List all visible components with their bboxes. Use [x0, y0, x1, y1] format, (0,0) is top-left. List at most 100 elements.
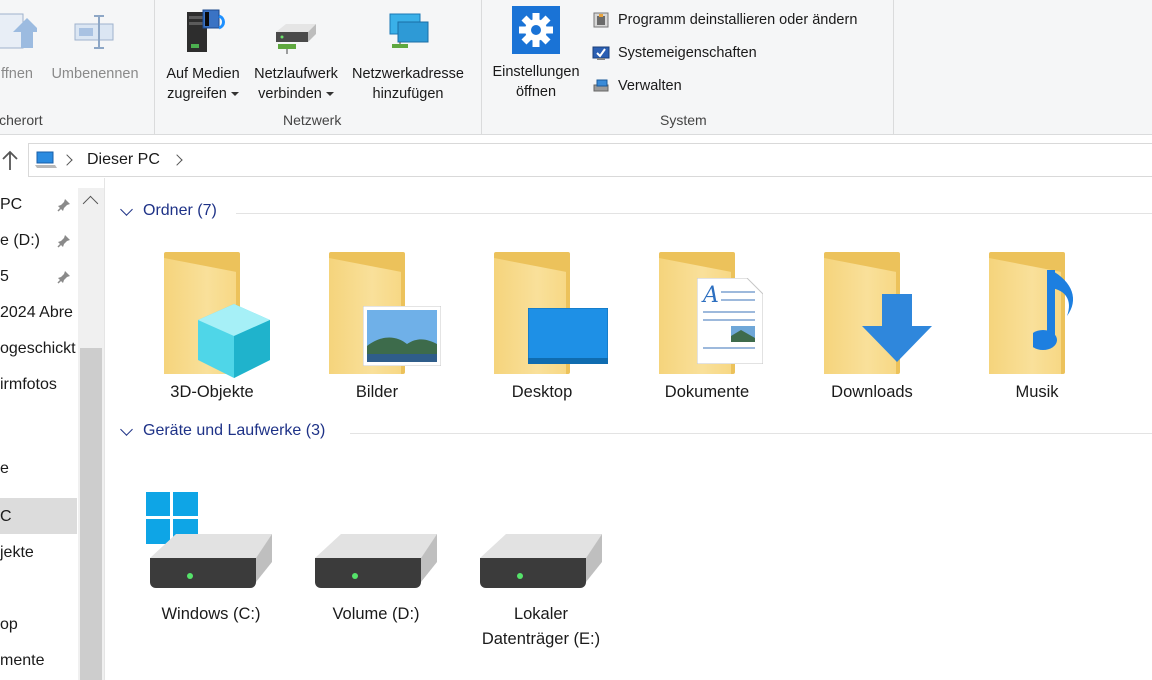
nav-item[interactable]: mente: [0, 648, 44, 674]
rename-icon: [69, 6, 121, 58]
folder-label: Musik: [1015, 383, 1059, 401]
hard-drive-icon: [466, 492, 616, 596]
folder-icon-downloads: [810, 252, 934, 374]
uninstall-label: Programm deinstallieren oder ändern: [618, 12, 858, 28]
breadcrumb-separator-icon: [61, 154, 73, 166]
hard-drive-icon: [136, 492, 286, 596]
media-label-line1: Auf Medien: [166, 66, 240, 82]
nav-item[interactable]: e (D:): [0, 228, 40, 254]
navigation-pane: PC e (D:) 5 2024 Abre ogeschickt irmfotos e Cje…: [0, 178, 105, 680]
add-location-label-line1: Netzwerkadresse: [351, 66, 464, 82]
group-label-system: System: [660, 112, 707, 128]
folder-icon-3d-objects: [150, 252, 274, 378]
media-access-button[interactable]: Auf Medien zugreifen: [161, 6, 245, 104]
nav-scroll-thumb[interactable]: [80, 348, 102, 680]
nav-item[interactable]: PC: [0, 192, 22, 218]
settings-label-line1: Einstellungen: [492, 64, 580, 80]
folder-tile-downloads[interactable]: Downloads: [810, 252, 934, 405]
nav-item-label: PC: [0, 196, 23, 213]
nav-item-label: mente: [0, 652, 45, 669]
folder-icon-desktop: [480, 252, 608, 374]
rename-label: Umbenennen: [51, 66, 139, 82]
nav-item[interactable]: 5: [0, 264, 9, 290]
drive-tile-1[interactable]: Volume (D:): [301, 492, 451, 627]
up-arrow-icon[interactable]: [0, 149, 20, 171]
drives-group-header[interactable]: Geräte und Laufwerke (3): [120, 422, 326, 440]
computer-icon: [35, 150, 57, 170]
system-properties-label: Systemeigenschaften: [618, 45, 757, 61]
nav-item[interactable]: e: [0, 456, 9, 482]
drive-label: Volume (D:): [332, 605, 420, 623]
drives-header-label: Geräte und Laufwerke (3): [143, 422, 326, 439]
map-drive-label-line2: verbinden: [258, 86, 334, 102]
ribbon-group-location: ffnen Umbenennen icherort: [0, 0, 155, 134]
nav-item-label: op: [0, 616, 18, 633]
breadcrumb-this-pc[interactable]: Dieser PC: [87, 151, 160, 169]
uninstall-icon: [592, 11, 610, 29]
folder-icon-pictures: [315, 252, 441, 374]
map-drive-label-line1: Netzlaufwerk: [254, 66, 338, 82]
drive-label: Lokaler Datenträger (E:): [481, 605, 601, 648]
nav-item[interactable]: jekte: [0, 540, 34, 566]
collapse-chevron-icon: [120, 422, 133, 436]
folder-tile-music[interactable]: Musik: [975, 252, 1099, 405]
pin-icon[interactable]: [57, 234, 71, 248]
drive-label: Windows (C:): [161, 605, 261, 623]
scroll-up-icon[interactable]: [82, 195, 99, 212]
breadcrumb-chevron-icon[interactable]: [171, 154, 183, 166]
ribbon: ffnen Umbenennen icherort Auf Medien zug…: [0, 0, 1152, 135]
folder-tile-3d-objects[interactable]: 3D-Objekte: [150, 252, 274, 405]
folder-tile-documents[interactable]: A Dokumente: [645, 252, 769, 405]
add-network-location-button[interactable]: Netzwerkadresse hinzufügen: [347, 6, 469, 104]
rename-button[interactable]: Umbenennen: [46, 6, 144, 84]
gear-icon: [512, 6, 560, 54]
media-server-icon: [177, 6, 229, 58]
folders-divider: [236, 213, 1152, 214]
collapse-chevron-icon: [120, 202, 133, 216]
nav-item-label: ogeschickt: [0, 340, 76, 357]
manage-label: Verwalten: [618, 78, 682, 94]
nav-item[interactable]: 2024 Abre: [0, 300, 73, 326]
folders-group-header[interactable]: Ordner (7): [120, 202, 217, 220]
ribbon-group-network: Auf Medien zugreifen Netzlaufwerk verbin…: [155, 0, 482, 134]
open-icon: [0, 6, 41, 58]
group-label-location: icherort: [0, 112, 43, 128]
system-properties-button[interactable]: Systemeigenschaften: [592, 42, 757, 64]
nav-item[interactable]: op: [0, 612, 18, 638]
open-button[interactable]: ffnen: [0, 6, 41, 84]
folder-label: Bilder: [355, 383, 399, 401]
hard-drive-icon: [301, 492, 451, 596]
group-label-network: Netzwerk: [283, 112, 342, 128]
folder-tile-desktop[interactable]: Desktop: [480, 252, 608, 405]
pin-icon[interactable]: [57, 198, 71, 212]
address-bar-row: Dieser PC: [0, 143, 1152, 177]
drives-divider: [350, 433, 1152, 434]
drive-tile-2[interactable]: Lokaler Datenträger (E:): [466, 492, 616, 652]
nav-item[interactable]: C: [0, 504, 12, 530]
media-label-line2: zugreifen: [167, 86, 239, 102]
system-properties-icon: [592, 44, 610, 62]
network-drive-icon: [270, 6, 322, 58]
pin-icon[interactable]: [57, 270, 71, 284]
nav-item[interactable]: irmfotos: [0, 372, 57, 398]
manage-icon: [592, 77, 610, 95]
nav-item-label: C: [0, 508, 12, 525]
settings-label-line2: öffnen: [515, 84, 557, 100]
manage-button[interactable]: Verwalten: [592, 75, 682, 97]
nav-item-label: jekte: [0, 544, 34, 561]
folder-icon-music: [975, 252, 1099, 374]
address-bar[interactable]: Dieser PC: [28, 143, 1152, 177]
folder-label: Dokumente: [664, 383, 750, 401]
open-label: ffnen: [1, 66, 33, 82]
svg-text:A: A: [701, 283, 719, 308]
folder-tile-pictures[interactable]: Bilder: [315, 252, 441, 405]
uninstall-program-button[interactable]: Programm deinstallieren oder ändern: [592, 9, 857, 31]
nav-item[interactable]: ogeschickt: [0, 336, 76, 362]
folder-label: 3D-Objekte: [170, 383, 254, 401]
network-location-icon: [382, 6, 434, 58]
nav-item-label: e (D:): [0, 232, 40, 249]
drive-tile-0[interactable]: Windows (C:): [136, 492, 286, 627]
open-settings-button[interactable]: Einstellungen öffnen: [488, 6, 584, 102]
nav-item-label: irmfotos: [0, 376, 57, 393]
map-drive-button[interactable]: Netzlaufwerk verbinden: [249, 6, 343, 104]
